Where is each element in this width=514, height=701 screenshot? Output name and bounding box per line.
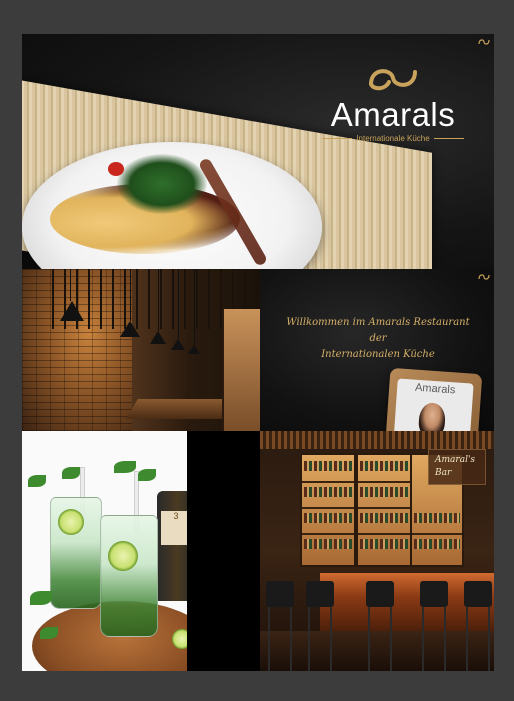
mint-leaf (62, 467, 80, 479)
bar-sign-line-2: Bar (435, 467, 452, 478)
stool-seat (306, 581, 334, 607)
mint-leaf (28, 475, 46, 487)
lamp-cord (70, 269, 71, 301)
stool-leg (422, 607, 424, 671)
stool-leg (368, 607, 370, 671)
bar-ceiling (260, 431, 494, 449)
tagline-rule-left (322, 138, 353, 139)
pendant-lamp (150, 331, 166, 344)
mojito-glass (100, 515, 158, 637)
dish-tomato (108, 162, 124, 176)
bar-stool (266, 581, 294, 671)
mint-leaf (138, 469, 156, 481)
welcome-line-2: Internationalen Küche (321, 349, 435, 360)
mint-leaf (40, 627, 58, 639)
staff-portrait (417, 402, 447, 431)
lime-slice (172, 629, 187, 649)
shelf-board (358, 481, 410, 483)
stool-leg (390, 607, 392, 671)
dish-greens (117, 154, 207, 214)
stool-seat (420, 581, 448, 607)
shelf-board (302, 481, 354, 483)
shelf-bottles (414, 539, 460, 549)
shelf-bottles (360, 513, 408, 523)
stool-leg (308, 607, 310, 671)
infinity-a-icon (369, 69, 417, 91)
shelf-bottles (360, 461, 408, 471)
welcome-line-1: Willkommen im Amarals Restaurant der (286, 317, 470, 344)
hero-panel: Amarals Internationale Küche (22, 34, 494, 269)
lit-doorway (222, 309, 260, 431)
shelf-bottles (304, 539, 352, 549)
bar-stool (464, 581, 492, 671)
mint-leaf (114, 461, 136, 473)
mojito-photo: 3 (22, 431, 187, 671)
tagline-rule-right (433, 138, 464, 139)
shelf-board (358, 533, 410, 535)
restaurant-interior-photo (22, 269, 260, 431)
brand-block: Amarals Internationale Küche (318, 62, 468, 143)
lime-slice (58, 509, 84, 535)
bottle-shelf (356, 453, 412, 567)
lime-slice (108, 541, 138, 571)
shelf-bottles (304, 487, 352, 497)
card-title: Amarals (414, 381, 456, 397)
shelf-board (358, 507, 410, 509)
bottle-label: 3 (161, 511, 187, 545)
pendant-lamp (171, 339, 185, 350)
rum-bottle: 3 (157, 491, 187, 601)
shelf-bottles (414, 513, 460, 523)
shelf-bottles (304, 461, 352, 471)
stool-seat (266, 581, 294, 607)
bar-photo: Amaral's Bar (260, 431, 494, 671)
stool-leg (330, 607, 332, 671)
brand-name: Amarals (330, 96, 456, 133)
shelf-board (302, 533, 354, 535)
lamp-cord (194, 269, 195, 345)
stool-leg (444, 607, 446, 671)
corner-logo-icon (478, 39, 490, 45)
mint-leaf (30, 591, 52, 605)
bar-stool (366, 581, 394, 671)
welcome-text: Willkommen im Amarals Restaurant der Int… (278, 315, 478, 363)
stool-leg (488, 607, 490, 671)
lamp-cord (178, 269, 179, 339)
stool-leg (268, 607, 270, 671)
shelf-board (412, 533, 462, 535)
brand-tagline-text: Internationale Küche (356, 134, 430, 143)
lamp-cord (158, 269, 159, 331)
lamp-cord (130, 269, 131, 321)
black-spacer (187, 431, 260, 671)
shelf-bottles (360, 487, 408, 497)
stool-seat (464, 581, 492, 607)
shelf-bottles (304, 513, 352, 523)
pendant-lamp (120, 321, 140, 337)
brochure-page: Amarals Internationale Küche Willkommen … (22, 34, 494, 671)
card-photo: Amarals (393, 378, 474, 431)
staff-photo-card: Amarals (385, 367, 483, 431)
stool-leg (290, 607, 292, 671)
bar-stool (306, 581, 334, 671)
stool-seat (366, 581, 394, 607)
pendant-lamp (188, 345, 200, 354)
welcome-panel: Willkommen im Amarals Restaurant der Int… (260, 269, 494, 431)
brand-tagline: Internationale Küche (318, 134, 468, 143)
stool-leg (466, 607, 468, 671)
corner-logo-icon (478, 274, 490, 280)
bottle-shelf (300, 453, 356, 567)
bar-sign: Amaral's Bar (428, 449, 486, 485)
shelf-board (302, 507, 354, 509)
bar-stool (420, 581, 448, 671)
bar-sign-line-1: Amaral's (435, 455, 476, 465)
shelf-bottles (360, 539, 408, 549)
pendant-lamp (60, 301, 84, 321)
